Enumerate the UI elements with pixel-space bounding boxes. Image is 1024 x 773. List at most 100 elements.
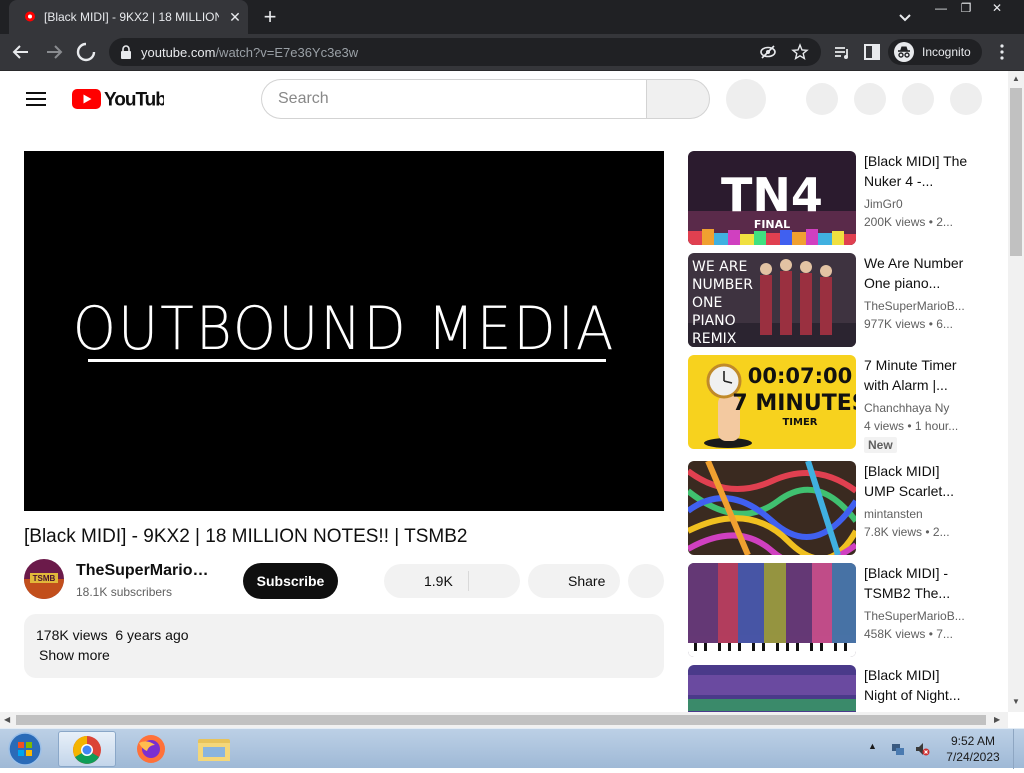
show-desktop-button[interactable] — [1013, 729, 1024, 769]
recommendation-item[interactable]: [Black MIDI] UMP Scarlet... mintansten 7… — [688, 461, 1000, 557]
video-thumbnail[interactable]: WE ARE NUMBER ONE PIANO REMIX — [688, 253, 856, 347]
incognito-indicator[interactable]: Incognito — [888, 39, 982, 65]
tab-search-chevron-icon[interactable] — [896, 9, 914, 25]
voice-search-button[interactable] — [726, 79, 766, 119]
new-tab-icon[interactable]: + — [258, 5, 282, 29]
recommendation-meta: 7.8K views • 2... — [864, 525, 950, 539]
lock-icon[interactable] — [120, 45, 132, 59]
svg-text:REMIX: REMIX — [692, 331, 737, 347]
recommendation-channel[interactable]: Chanchhaya Ny — [864, 401, 968, 415]
like-count[interactable]: 1.9K — [424, 573, 453, 589]
thumb-text: WE ARE — [692, 259, 747, 275]
svg-text:TSMB: TSMB — [33, 574, 56, 583]
recommendation-item[interactable]: 00:07:00 7 MINUTES TIMER 7 Minute Timer … — [688, 355, 1000, 453]
video-title: [Black MIDI] - 9KX2 | 18 MILLION NOTES!!… — [24, 526, 468, 547]
network-icon[interactable] — [890, 741, 906, 757]
share-button[interactable]: Share — [528, 564, 620, 598]
search-button[interactable] — [646, 79, 710, 119]
chrome-menu-icon[interactable] — [995, 42, 1009, 62]
notifications-button[interactable] — [902, 83, 934, 115]
taskbar-explorer[interactable] — [186, 731, 244, 767]
taskbar-chrome[interactable] — [58, 731, 116, 767]
url-text: youtube.com/watch?v=E7e36Yc3e3w — [141, 45, 359, 60]
recommendation-title[interactable]: [Black MIDI] Night of Night... — [864, 665, 968, 705]
minimize-icon[interactable]: — — [927, 0, 955, 18]
recommendation-item[interactable]: WE ARE NUMBER ONE PIANO REMIX We Are Num… — [688, 253, 1000, 349]
channel-avatar[interactable]: TSMB — [24, 559, 64, 599]
video-thumbnail[interactable] — [688, 461, 856, 555]
like-dislike-group: 1.9K — [384, 564, 520, 598]
recommendation-meta: 4 views • 1 hour... — [864, 419, 959, 433]
description-box[interactable]: 178K views 6 years ago Show more — [24, 614, 664, 678]
forward-icon[interactable] — [42, 40, 66, 64]
recommendation-title[interactable]: [Black MIDI] The Nuker 4 -... — [864, 151, 968, 191]
recommendation-channel[interactable]: JimGr0 — [864, 197, 968, 211]
video-thumbnail[interactable] — [688, 563, 856, 657]
tab-close-icon[interactable]: ✕ — [225, 7, 245, 27]
new-badge: New — [864, 437, 897, 453]
browser-tab[interactable]: [Black MIDI] - 9KX2 | 18 MILLION NOTES!!… — [9, 0, 248, 34]
recommendation-meta: 200K views • 2... — [864, 215, 953, 229]
show-more-link[interactable]: Show more — [39, 647, 110, 663]
youtube-logo[interactable]: YouTube — [72, 88, 177, 111]
more-actions-button[interactable] — [628, 564, 664, 598]
recommendation-item[interactable]: [Black MIDI] - TSMB2 The... TheSuperMari… — [688, 563, 1000, 659]
scroll-up-icon[interactable]: ▲ — [1012, 74, 1020, 83]
taskbar-firefox[interactable] — [122, 731, 180, 767]
media-queue-icon[interactable] — [830, 40, 854, 64]
youtube-logo-icon: YouTube — [72, 89, 177, 111]
vertical-scroll-thumb[interactable] — [1010, 88, 1022, 256]
video-thumbnail[interactable]: TN4 FINAL — [688, 151, 856, 245]
chrome-icon — [73, 736, 101, 764]
loading-icon[interactable] — [74, 40, 98, 64]
recommendation-item[interactable]: TN4 FINAL [Black MIDI] The Nuker 4 -... … — [688, 151, 1000, 247]
create-button[interactable] — [806, 83, 838, 115]
address-bar[interactable]: youtube.com/watch?v=E7e36Yc3e3w — [109, 38, 821, 66]
scroll-left-icon[interactable]: ◀ — [4, 715, 10, 724]
apps-button[interactable] — [854, 83, 886, 115]
video-player[interactable]: OUTBOUND MEDIA — [24, 151, 664, 511]
player-underline — [88, 359, 606, 362]
recommendation-channel[interactable]: TheSuperMarioB... — [864, 299, 968, 313]
scroll-right-icon[interactable]: ▶ — [994, 715, 1000, 724]
horizontal-scrollbar[interactable]: ◀ ▶ — [0, 712, 1008, 728]
video-thumbnail[interactable] — [688, 665, 856, 712]
search-box[interactable] — [261, 79, 647, 119]
clock-time[interactable]: 9:52 AM — [944, 734, 1002, 748]
recommendation-title[interactable]: [Black MIDI] - TSMB2 The... — [864, 563, 968, 603]
horizontal-scroll-thumb[interactable] — [16, 715, 986, 725]
svg-text:YouTube: YouTube — [104, 90, 164, 111]
subscriber-count: 18.1K subscribers — [76, 585, 173, 599]
back-icon[interactable] — [9, 40, 33, 64]
restore-icon[interactable]: ❐ — [952, 0, 980, 18]
subscribe-button[interactable]: Subscribe — [243, 563, 338, 599]
recommendation-title[interactable]: [Black MIDI] UMP Scarlet... — [864, 461, 968, 501]
account-avatar-button[interactable] — [950, 83, 982, 115]
recommendation-meta: 977K views • 6... — [864, 317, 953, 331]
svg-text:7 MINUTES: 7 MINUTES — [732, 391, 856, 416]
volume-muted-icon[interactable] — [914, 741, 930, 757]
hamburger-menu-icon[interactable] — [26, 91, 46, 107]
recommendation-channel[interactable]: mintansten — [864, 507, 968, 521]
video-thumbnail[interactable]: 00:07:00 7 MINUTES TIMER — [688, 355, 856, 449]
channel-name[interactable]: TheSuperMarioBros2 — [76, 562, 216, 580]
incognito-icon — [894, 42, 914, 62]
recommendation-title[interactable]: We Are Number One piano... — [864, 253, 968, 293]
recommendation-title[interactable]: 7 Minute Timer with Alarm |... — [864, 355, 968, 395]
folder-icon — [198, 739, 230, 761]
youtube-favicon-icon — [25, 11, 35, 22]
recommendation-item[interactable]: [Black MIDI] Night of Night... — [688, 665, 1000, 712]
recommendation-channel[interactable]: TheSuperMarioB... — [864, 609, 968, 623]
svg-text:PIANO: PIANO — [692, 313, 736, 329]
clock-date[interactable]: 7/24/2023 — [944, 750, 1002, 764]
tray-expand-icon[interactable]: ▲ — [868, 741, 884, 757]
side-panel-icon[interactable] — [860, 40, 884, 64]
scroll-down-icon[interactable]: ▼ — [1012, 697, 1020, 706]
star-icon[interactable] — [791, 43, 809, 61]
search-input[interactable] — [278, 89, 628, 109]
vertical-scrollbar[interactable]: ▲ ▼ — [1008, 71, 1024, 712]
firefox-icon — [137, 735, 165, 763]
start-button-icon[interactable] — [4, 731, 46, 767]
close-window-icon[interactable]: ✕ — [983, 0, 1011, 18]
eye-slash-icon[interactable] — [759, 43, 777, 61]
